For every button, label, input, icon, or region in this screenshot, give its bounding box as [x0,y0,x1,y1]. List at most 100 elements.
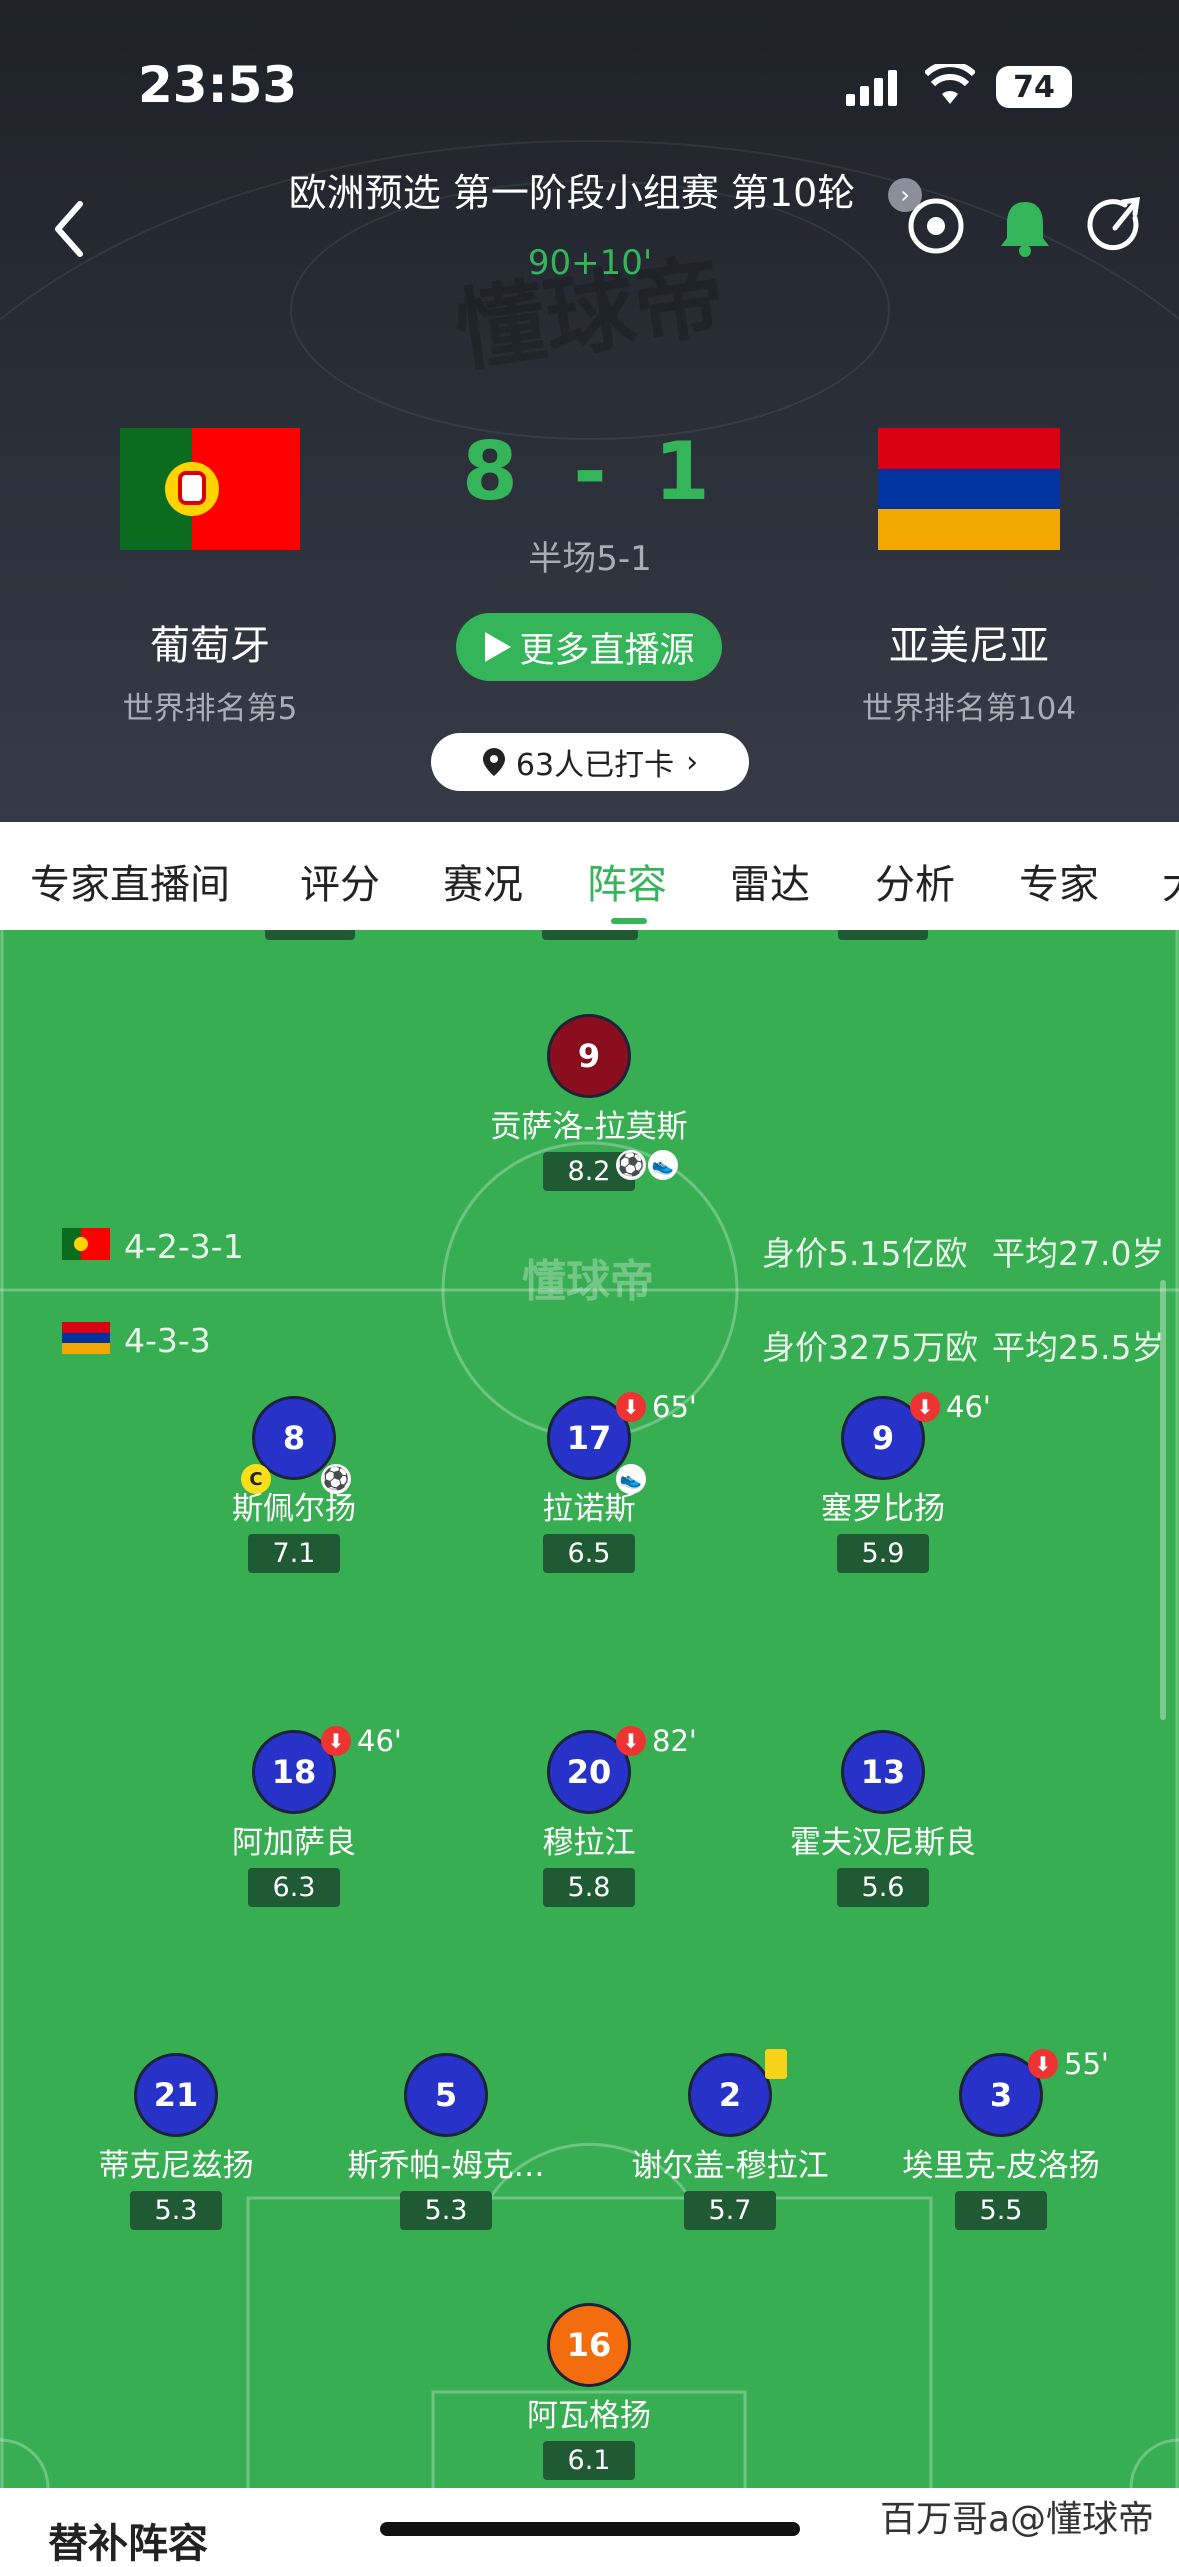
away-squad-value: 身价3275万欧 [762,1328,978,1367]
tab-experts[interactable]: 专家 [1019,852,1099,910]
tab-ratings[interactable]: 评分 [300,852,380,910]
player-away-5[interactable]: 5 斯乔帕-姆克… 5.3 [281,2053,611,2230]
player-shirt: 13 [841,1730,925,1814]
home-score: 8 [462,425,518,518]
player-away-9[interactable]: 9 塞罗比扬 5.9 ⬇ 46' [718,1390,1048,1573]
assist-boot-icon: 👟 [616,1464,646,1494]
sub-off-arrow-icon: ⬇ [616,1726,646,1756]
home-squad-value: 身价5.15亿欧 [762,1234,968,1273]
player-away-8[interactable]: 8 斯佩尔扬 7.1 C ⚽ [129,1396,459,1573]
player-shirt: 2 [688,2053,772,2137]
tab-analysis[interactable]: 分析 [875,852,955,910]
player-rating: 5.3 [130,2191,222,2230]
player-name: 塞罗比扬 [821,1491,945,1527]
substitutes-title: 替补阵容 [48,2521,208,2567]
lineup-pitch: 懂球帝 4-2-3-1 身价5.15亿欧 平均27.0岁 4-3-3 身价327… [0,930,1179,2488]
status-time: 23:53 [138,56,298,114]
portugal-flag-icon [120,428,300,550]
source-watermark: 百万哥a@懂球帝 [880,2499,1155,2540]
player-away-18[interactable]: 18 阿加萨良 6.3 ⬇ 46' [129,1724,459,1907]
more-streams-label: 更多直播源 [519,630,695,671]
player-name: 阿加萨良 [232,1825,356,1861]
player-name: 阿瓦格扬 [527,2398,651,2434]
sub-minute: 46' [357,1724,402,1758]
armenia-flag-icon [878,428,1060,550]
home-indicator [380,2522,800,2536]
player-name: 斯佩尔扬 [232,1491,356,1527]
sub-off-arrow-icon: ⬇ [321,1726,351,1756]
battery-icon: 74 [996,66,1072,108]
player-rating: 5.7 [684,2191,776,2230]
chevron-right-icon: › [686,744,699,780]
sub-minute: 46' [946,1390,991,1424]
player-name: 贡萨洛-拉莫斯 [490,1109,688,1145]
tab-more[interactable]: 大 [1162,852,1179,910]
away-team-rank: 世界排名第104 [861,691,1077,727]
player-name: 埃里克-皮洛扬 [902,2148,1100,2184]
player-away-3[interactable]: 3 埃里克-皮洛扬 5.5 ⬇ 55' [836,2047,1166,2230]
captain-badge: C [241,1464,271,1494]
away-formation: 4-3-3 [124,1321,211,1360]
player-shirt: 5 [404,2053,488,2137]
player-name: 霍夫汉尼斯良 [790,1825,976,1861]
cellular-signal-icon [846,70,897,106]
home-team-rank: 世界排名第5 [122,691,298,727]
player-home-9[interactable]: 9 贡萨洛-拉莫斯 8.2 ⚽ 👟 [424,1014,754,1191]
halftime-score: 半场5-1 [528,539,652,579]
player-shirt: 9 [547,1014,631,1098]
home-average-age: 平均27.0岁 [992,1234,1165,1273]
portugal-flag-small-icon [62,1228,110,1260]
player-name: 穆拉江 [542,1825,636,1861]
checkin-label: 63人已打卡 [515,748,675,783]
player-shirt: 21 [134,2053,218,2137]
bottom-section: 替补阵容 百万哥a@懂球帝 [0,2488,1179,2564]
player-name: 拉诺斯 [542,1491,636,1527]
sub-minute: 55' [1064,2047,1109,2081]
more-streams-button[interactable]: 更多直播源 [456,613,722,681]
home-formation: 4-2-3-1 [124,1227,244,1266]
bell-icon[interactable] [996,196,1054,258]
sub-minute: 65' [652,1390,697,1424]
tab-radar[interactable]: 雷达 [730,852,810,910]
sub-minute: 82' [652,1724,697,1758]
player-away-16[interactable]: 16 阿瓦格扬 6.1 [424,2303,754,2480]
sub-off-arrow-icon: ⬇ [910,1392,940,1422]
player-rating: 6.1 [543,2441,635,2480]
tab-bar: 专家直播间 评分 赛况 阵容 雷达 分析 专家 大 [0,822,1179,930]
pitch-center-logo: 懂球帝 [522,1256,654,1307]
tab-expert-live[interactable]: 专家直播间 [30,852,230,910]
wifi-icon [925,64,975,104]
yellow-card-icon [765,2049,787,2079]
battery-level: 74 [1013,69,1055,105]
goal-ball-icon: ⚽ [616,1150,646,1180]
tab-lineup[interactable]: 阵容 [587,852,667,910]
player-away-20[interactable]: 20 穆拉江 5.8 ⬇ 82' [424,1724,754,1907]
location-pin-icon [482,748,505,776]
back-arrow-icon[interactable] [52,200,86,258]
away-score: 1 [654,425,710,518]
away-average-age: 平均25.5岁 [992,1328,1165,1367]
armenia-flag-small-icon [62,1322,110,1354]
competition-title[interactable]: 欧洲预选 第一阶段小组赛 第10轮 [289,174,856,212]
sub-off-arrow-icon: ⬇ [616,1392,646,1422]
share-icon[interactable] [1087,196,1147,256]
player-away-17[interactable]: 17 拉诺斯 6.5 ⬇ 65' 👟 [424,1390,754,1573]
play-icon [485,632,512,662]
player-rating: 5.5 [955,2191,1047,2230]
player-rating: 7.1 [248,1534,340,1573]
assist-boot-icon: 👟 [648,1150,678,1180]
sub-off-arrow-icon: ⬇ [1028,2049,1058,2079]
player-away-13[interactable]: 13 霍夫汉尼斯良 5.6 [718,1730,1048,1907]
player-rating: 6.5 [543,1534,635,1573]
player-name: 斯乔帕-姆克… [347,2148,545,2184]
player-rating: 5.6 [837,1868,929,1907]
player-rating: 5.3 [400,2191,492,2230]
tab-match-events[interactable]: 赛况 [443,852,523,910]
checkin-button[interactable]: 63人已打卡 › [431,733,749,791]
live-target-icon[interactable] [906,196,966,256]
player-shirt: 16 [547,2303,631,2387]
player-rating: 5.8 [543,1868,635,1907]
player-rating: 6.3 [248,1868,340,1907]
home-team-name[interactable]: 葡萄牙 [150,626,270,666]
away-team-name[interactable]: 亚美尼亚 [889,626,1049,666]
